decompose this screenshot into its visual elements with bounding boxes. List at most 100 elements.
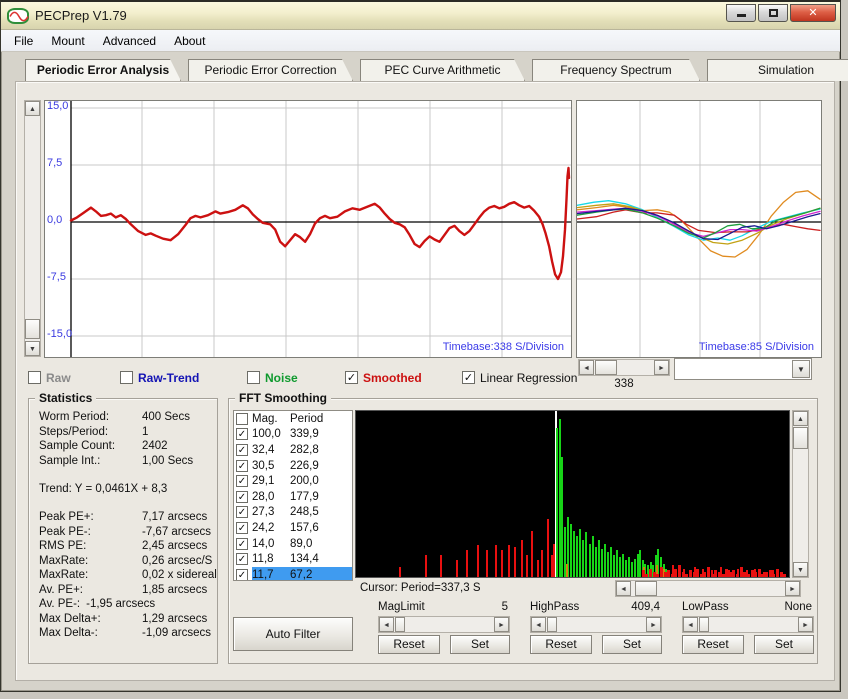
checkbox-unchecked[interactable] (247, 371, 260, 384)
toggle-linear-regression[interactable]: ✓Linear Regression (462, 370, 577, 385)
curve-select-combobox[interactable]: ▼ (674, 358, 812, 380)
scroll-right-icon[interactable]: ► (646, 617, 661, 632)
minimize-button[interactable] (726, 4, 756, 22)
checkbox-checked[interactable]: ✓ (236, 475, 248, 487)
title-bar[interactable]: PECPrep V1.79 ✕ (1, 2, 840, 30)
fft-list-row[interactable]: ✓14,089,0 (234, 536, 352, 552)
highpass-set-button[interactable]: Set (602, 635, 662, 654)
hscroll-thumb[interactable] (635, 581, 657, 596)
fft-list-row[interactable]: ✓ 29,1200,0 (234, 473, 352, 489)
checkbox-checked[interactable]: ✓ (236, 491, 248, 503)
fft-list-row[interactable]: ✓27,3248,5 (234, 505, 352, 521)
periodic-error-chart[interactable] (44, 100, 572, 358)
spectrum-vscrollbar[interactable]: ▲ ▼ (792, 410, 809, 578)
fft-list-row[interactable]: ✓30,5226,9 (234, 458, 352, 474)
toggle-smoothed[interactable]: ✓Smoothed (345, 370, 422, 385)
scroll-left-icon[interactable]: ◄ (616, 581, 631, 596)
highpass-slider[interactable]: ◄► (530, 616, 662, 633)
scroll-up-icon[interactable]: ▲ (25, 101, 40, 116)
fft-row-values: 11,8134,4 (252, 551, 352, 567)
fft-list-row[interactable]: ✓32,4282,8 (234, 442, 352, 458)
scroll-right-icon[interactable]: ► (494, 617, 509, 632)
scroll-right-icon[interactable]: ► (785, 581, 800, 596)
scroll-down-icon[interactable]: ▼ (25, 341, 40, 356)
tab-periodic-error-correction[interactable]: Periodic Error Correction (188, 59, 353, 81)
checkbox-checked[interactable]: ✓ (236, 460, 248, 472)
left-chart-vscrollbar[interactable]: ▲ ▼ (24, 100, 41, 357)
checkbox-checked[interactable]: ✓ (462, 371, 475, 384)
spectrum-noise-bar (656, 574, 659, 577)
checkbox-checked[interactable]: ✓ (236, 538, 248, 550)
spectrum-bar (622, 554, 624, 577)
checkbox-checked[interactable]: ✓ (236, 553, 248, 565)
scroll-up-icon[interactable]: ▲ (793, 411, 808, 426)
checkbox-checked[interactable]: ✓ (236, 444, 248, 456)
scroll-left-icon[interactable]: ◄ (579, 360, 594, 375)
tab-simulation[interactable]: Simulation (707, 59, 848, 81)
toggle-noise[interactable]: Noise (247, 370, 298, 385)
scroll-left-icon[interactable]: ◄ (531, 617, 546, 632)
fft-list-row[interactable]: ✓11,767,2 (234, 567, 352, 581)
lowpass-slider[interactable]: ◄► (682, 616, 814, 633)
menu-item-about[interactable]: About (165, 32, 214, 50)
scroll-left-icon[interactable]: ◄ (379, 617, 394, 632)
checkbox-unchecked[interactable] (236, 413, 248, 425)
scroll-left-icon[interactable]: ◄ (683, 617, 698, 632)
stat-label: Max Delta+: (39, 613, 142, 625)
slider-thumb[interactable] (699, 617, 709, 632)
vscroll-thumb[interactable] (793, 427, 808, 449)
fft-row-values: 24,2157,6 (252, 520, 352, 536)
slider-thumb[interactable] (547, 617, 557, 632)
spectrum-noise-bar (674, 569, 677, 577)
checkbox-checked[interactable]: ✓ (236, 506, 248, 518)
slider-thumb[interactable] (395, 617, 405, 632)
checkbox-checked[interactable]: ✓ (236, 569, 248, 581)
toggle-raw-trend[interactable]: Raw-Trend (120, 370, 199, 385)
fft-list-row[interactable]: ✓ 24,2157,6 (234, 520, 352, 536)
maglimit-set-button[interactable]: Set (450, 635, 510, 654)
lowpass-set-button[interactable]: Set (754, 635, 814, 654)
maximize-button[interactable] (758, 4, 788, 22)
checkbox-unchecked[interactable] (28, 371, 41, 384)
spectrum-bar (579, 529, 581, 577)
checkbox-checked[interactable]: ✓ (236, 428, 248, 440)
scroll-right-icon[interactable]: ► (798, 617, 813, 632)
vscroll-thumb[interactable] (25, 319, 40, 339)
spectrum-noise-bar (696, 569, 699, 577)
fft-list-row[interactable]: ✓28,0177,9 (234, 489, 352, 505)
maglimit-reset-button[interactable]: Reset (378, 635, 440, 654)
checkbox-checked[interactable]: ✓ (345, 371, 358, 384)
tab-periodic-error-analysis[interactable]: Periodic Error Analysis (25, 59, 181, 81)
scroll-down-icon[interactable]: ▼ (793, 562, 808, 577)
fft-list-row[interactable]: ✓ 100,0339,9 (234, 427, 352, 443)
harmonics-chart[interactable] (576, 100, 822, 358)
highpass-reset-button[interactable]: Reset (530, 635, 592, 654)
checkbox-checked[interactable]: ✓ (236, 522, 248, 534)
hscroll-thumb[interactable] (595, 360, 617, 375)
fft-row-values: 100,0339,9 (252, 427, 352, 443)
spectrum-noise-bar (783, 574, 786, 577)
worm-position-scrollbar[interactable]: ◄ ► (578, 359, 670, 376)
lowpass-reset-button[interactable]: Reset (682, 635, 744, 654)
checkbox-unchecked[interactable] (120, 371, 133, 384)
menu-item-mount[interactable]: Mount (42, 32, 93, 50)
spectrum-hscrollbar[interactable]: ◄ ► (615, 580, 801, 597)
menu-item-advanced[interactable]: Advanced (94, 32, 165, 50)
fft-component-list[interactable]: Mag.Period✓100,0339,9✓32,4282,8✓30,5226,… (233, 410, 353, 581)
maglimit-slider[interactable]: ◄► (378, 616, 510, 633)
close-button[interactable]: ✕ (790, 4, 836, 22)
scroll-right-icon[interactable]: ► (654, 360, 669, 375)
combo-dropdown-icon[interactable]: ▼ (792, 360, 810, 378)
stat-value: -1,95 arcsecs (86, 598, 155, 610)
stat-value: -1,09 arcsecs (142, 627, 211, 639)
fft-list-row[interactable]: ✓ 11,8134,4 (234, 551, 352, 567)
menu-item-file[interactable]: File (5, 32, 42, 50)
tab-pec-curve-arithmetic[interactable]: PEC Curve Arithmetic (360, 59, 525, 81)
fft-row-values: 29,1200,0 (252, 473, 352, 489)
stat-row: Steps/Period:1 (39, 426, 215, 438)
auto-filter-button[interactable]: Auto Filter (233, 617, 353, 651)
toggle-raw[interactable]: Raw (28, 370, 71, 385)
fft-spectrum-chart[interactable] (355, 410, 790, 578)
spectrum-noise-bar (740, 567, 743, 577)
tab-frequency-spectrum[interactable]: Frequency Spectrum (532, 59, 700, 81)
